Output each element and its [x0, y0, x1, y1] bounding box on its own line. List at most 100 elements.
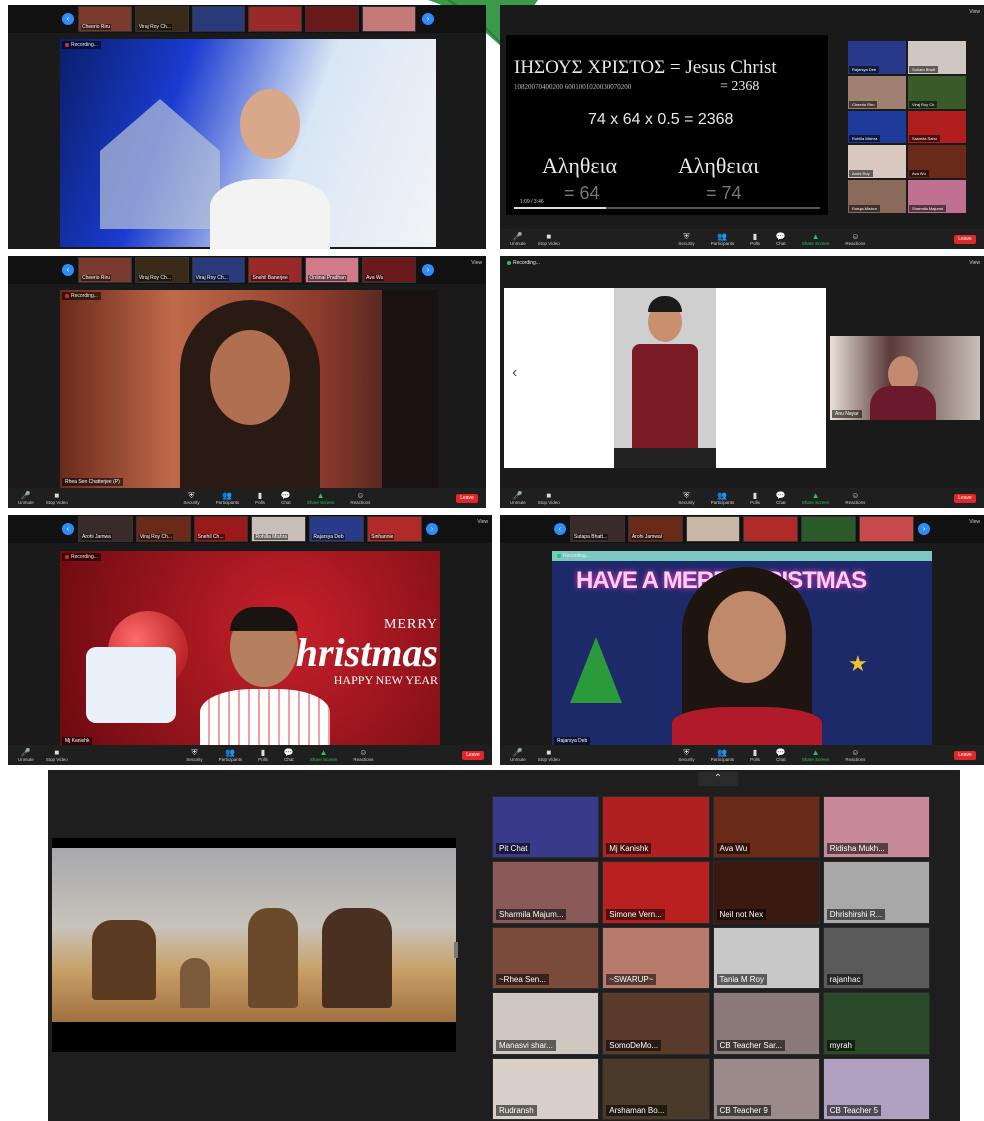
participant-thumb[interactable]: Viraj Roy Ch... [135, 516, 191, 542]
participant-thumb[interactable] [305, 6, 360, 32]
participant-tile[interactable]: myrah [822, 992, 930, 1055]
video-progress[interactable] [514, 207, 820, 209]
participant-tile[interactable]: Neil not Nex [712, 861, 820, 924]
sidebar-tile[interactable]: Ava Wu [908, 145, 966, 179]
polls-button[interactable]: ▮ Polls [750, 232, 760, 246]
participant-thumb[interactable]: Viraj Roy Ch... [134, 257, 189, 283]
security-button[interactable]: ⛨ Security [186, 748, 202, 762]
participant-thumb[interactable] [191, 6, 246, 32]
participant-thumb[interactable]: Arohi Jamwal [627, 516, 683, 542]
participant-thumb[interactable]: Sinhannie [367, 516, 422, 542]
chat-button[interactable]: 💬 Chat [776, 491, 786, 505]
participant-thumb[interactable]: Sutapa Bhatt... [570, 516, 625, 542]
security-button[interactable]: ⛨ Security [678, 232, 694, 246]
participants-button[interactable]: 👥 Participants [711, 748, 735, 762]
participant-thumb[interactable]: Rajarsya Deb [309, 516, 365, 542]
leave-button[interactable]: Leave [954, 494, 976, 503]
view-button[interactable]: View [969, 260, 980, 266]
leave-button[interactable]: Leave [954, 235, 976, 244]
participants-button[interactable]: 👥 Participants [711, 232, 735, 246]
participant-thumb[interactable] [248, 6, 303, 32]
prev-page-icon[interactable]: ‹ [62, 523, 74, 535]
participant-thumb[interactable] [685, 516, 741, 542]
chevron-up-icon[interactable]: ⌃ [698, 772, 738, 786]
participant-thumb[interactable]: Cheerio Riru [78, 257, 132, 283]
polls-button[interactable]: ▮ Polls [255, 491, 265, 505]
reactions-button[interactable]: ☺ Reactions [845, 232, 865, 246]
prev-page-icon[interactable]: ‹ [62, 13, 74, 25]
reactions-button[interactable]: ☺ Reactions [845, 748, 865, 762]
unmute-button[interactable]: 🎤 Unmute [18, 748, 34, 762]
leave-button[interactable]: Leave [462, 751, 484, 760]
participants-button[interactable]: 👥 Participants [711, 491, 735, 505]
participant-tile[interactable]: Tania M Roy [712, 926, 820, 990]
participant-thumb[interactable]: Viraj Roy Ch... [134, 6, 189, 32]
view-button[interactable]: View [969, 9, 980, 15]
sidebar-tile[interactable]: Rohilla Mishra [848, 110, 906, 144]
leave-button[interactable]: Leave [456, 494, 478, 503]
security-button[interactable]: ⛨ Security [183, 491, 199, 505]
participant-thumb[interactable] [801, 516, 857, 542]
participants-button[interactable]: 👥 Participants [219, 748, 243, 762]
polls-button[interactable]: ▮ Polls [750, 748, 760, 762]
chat-button[interactable]: 💬 Chat [281, 491, 291, 505]
participant-thumb[interactable] [743, 516, 799, 542]
chat-button[interactable]: 💬 Chat [776, 232, 786, 246]
stop-video-button[interactable]: ■ Stop Video [538, 748, 560, 762]
participant-tile[interactable]: CB Teacher 9 [712, 1057, 820, 1120]
next-page-icon[interactable]: › [422, 13, 434, 25]
view-button[interactable]: View [969, 519, 980, 525]
polls-button[interactable]: ▮ Polls [750, 491, 760, 505]
participant-thumb[interactable] [362, 6, 416, 32]
participant-thumb[interactable] [859, 516, 914, 542]
unmute-button[interactable]: 🎤 Unmute [18, 491, 34, 505]
participant-tile[interactable]: Rudransh [492, 1057, 600, 1120]
sidebar-tile[interactable]: Sharmila Majumd [908, 180, 966, 213]
participant-tile[interactable]: rajanhac [822, 926, 930, 990]
participant-tile[interactable]: Mj Kanishk [602, 796, 710, 859]
sidebar-tile[interactable]: Cheerio Riru [848, 75, 906, 109]
participant-thumb[interactable]: Ava Wu [362, 257, 416, 283]
participants-button[interactable]: 👥 Participants [216, 491, 240, 505]
unmute-button[interactable]: 🎤 Unmute [510, 232, 526, 246]
prev-page-icon[interactable]: ‹ [62, 264, 74, 276]
share-screen-button[interactable]: ▲ Share Screen [310, 748, 338, 762]
participant-tile[interactable]: Ridisha Mukh... [822, 796, 930, 859]
polls-button[interactable]: ▮ Polls [258, 748, 268, 762]
unmute-button[interactable]: 🎤 Unmute [510, 491, 526, 505]
participant-tile[interactable]: Pit Chat [492, 796, 600, 859]
participant-tile[interactable]: Ava Wu [712, 796, 820, 859]
next-page-icon[interactable]: › [426, 523, 438, 535]
participant-thumb[interactable]: Viraj Roy Ch... [191, 257, 246, 283]
participant-tile[interactable]: Simone Vern... [602, 861, 710, 924]
participant-thumb[interactable]: Snehil Ch... [193, 516, 249, 542]
reactions-button[interactable]: ☺ Reactions [353, 748, 373, 762]
resize-handle[interactable] [454, 942, 458, 958]
participant-tile[interactable]: ~Rhea Sen... [492, 926, 600, 990]
share-screen-button[interactable]: ▲ Share Screen [307, 491, 335, 505]
chat-button[interactable]: 💬 Chat [284, 748, 294, 762]
participant-thumb[interactable]: Cheerio Riru [78, 6, 132, 32]
participant-tile[interactable]: Arshaman Bo... [602, 1057, 710, 1120]
share-screen-button[interactable]: ▲ Share Screen [802, 491, 830, 505]
next-page-icon[interactable]: › [422, 264, 434, 276]
participant-thumb[interactable]: Ordinal Pradhan [305, 257, 360, 283]
leave-button[interactable]: Leave [954, 751, 976, 760]
participant-thumb[interactable]: Arohi Jamwa [78, 516, 133, 542]
participant-thumb[interactable]: Snehil Banerjee [248, 257, 303, 283]
stop-video-button[interactable]: ■ Stop Video [538, 232, 560, 246]
participant-tile[interactable]: Dhrishirshi R... [822, 861, 930, 924]
sidebar-tile[interactable]: Viraj Roy Ch [908, 75, 966, 109]
unmute-button[interactable]: 🎤 Unmute [510, 748, 526, 762]
participant-tile[interactable]: SomoDeMo... [602, 992, 710, 1055]
participant-tile[interactable]: ~SWARUP~ [602, 926, 710, 990]
sidebar-tile[interactable]: Soham Bhatt [908, 41, 966, 74]
security-button[interactable]: ⛨ Security [678, 491, 694, 505]
prev-page-icon[interactable]: ‹ [554, 523, 566, 535]
share-screen-button[interactable]: ▲ Share Screen [802, 748, 830, 762]
view-button[interactable]: View [471, 260, 482, 266]
participant-tile[interactable]: CB Teacher Sar... [712, 992, 820, 1055]
participant-tile[interactable]: Sharmila Majum... [492, 861, 600, 924]
sidebar-tile[interactable]: Arohi Roy [848, 145, 906, 179]
participant-tile[interactable]: CB Teacher 5 [822, 1057, 930, 1120]
